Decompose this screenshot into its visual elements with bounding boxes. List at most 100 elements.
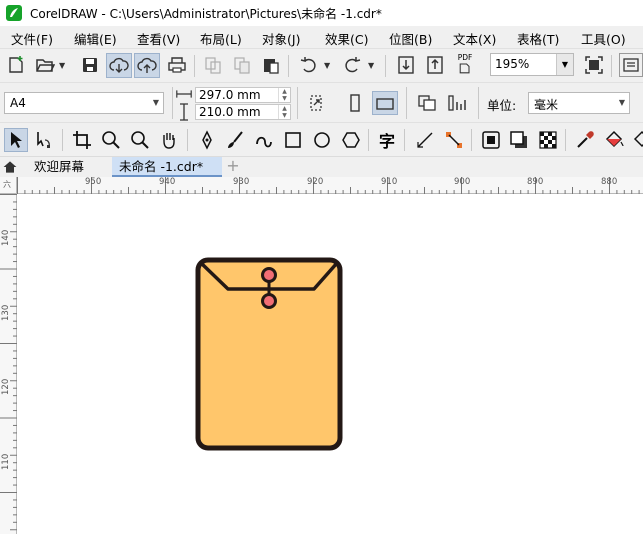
- toolbar-separator: [471, 129, 472, 151]
- page-height-icon: [175, 102, 193, 121]
- interactive-fill-icon[interactable]: [603, 129, 625, 151]
- copy-icon[interactable]: [231, 54, 253, 76]
- parallel-dimension-icon[interactable]: [414, 129, 436, 151]
- menu-text[interactable]: 文本(X): [453, 29, 496, 48]
- drop-shadow-icon[interactable]: [508, 129, 530, 151]
- drawing-layer: [195, 257, 343, 451]
- paste-icon[interactable]: [260, 54, 282, 76]
- page-width-icon: [175, 85, 193, 102]
- page-width-field[interactable]: 297.0 mm ▲ ▼: [195, 87, 291, 103]
- page-size-value: A4: [10, 96, 26, 110]
- contour-effect-icon[interactable]: [480, 129, 502, 151]
- menu-object[interactable]: 对象(J): [262, 29, 300, 48]
- zoom-out-icon[interactable]: [129, 129, 151, 151]
- publish-pdf-icon[interactable]: PDF: [454, 53, 476, 75]
- save-icon[interactable]: [79, 54, 101, 76]
- zoom-level-select[interactable]: 195% ▼: [490, 53, 574, 76]
- ruler-label: 920: [307, 177, 324, 187]
- pen-tool-icon[interactable]: [196, 129, 218, 151]
- tab-welcome-screen[interactable]: 欢迎屏幕: [20, 157, 112, 177]
- menu-tools[interactable]: 工具(O): [581, 29, 626, 48]
- crop-tool-icon[interactable]: [71, 129, 93, 151]
- open-dropdown-icon[interactable]: ▼: [59, 61, 65, 70]
- toolbar-separator: [406, 87, 407, 119]
- toolbox: 字: [0, 122, 643, 156]
- page-height-spinner-icon[interactable]: ▲ ▼: [278, 105, 290, 119]
- ellipse-tool-icon[interactable]: [311, 129, 333, 151]
- toolbar-separator: [187, 129, 188, 151]
- page-all-pages-icon[interactable]: [416, 92, 438, 114]
- smart-fill-icon[interactable]: [631, 129, 643, 151]
- page-height-field[interactable]: 210.0 mm ▲ ▼: [195, 104, 291, 120]
- standard-toolbar: ▼ ▼ ▼ PDF 195% ▼: [0, 48, 643, 82]
- new-document-icon[interactable]: [5, 54, 27, 76]
- eyedropper-tool-icon[interactable]: [574, 129, 596, 151]
- title-bar: CorelDRAW - C:\Users\Administrator\Pictu…: [0, 0, 643, 26]
- drawing-canvas[interactable]: [18, 195, 643, 534]
- all-pages-size-icon[interactable]: [305, 92, 327, 114]
- horizontal-ruler-ticks: [17, 177, 640, 194]
- ruler-label: 130: [1, 304, 11, 321]
- page-current-page-icon[interactable]: [446, 92, 468, 114]
- portrait-orientation-icon[interactable]: [344, 92, 366, 114]
- pan-tool-icon[interactable]: [158, 129, 180, 151]
- home-icon[interactable]: [0, 157, 20, 177]
- menu-file[interactable]: 文件(F): [11, 29, 53, 48]
- ruler-label: 140: [1, 229, 11, 246]
- export-icon[interactable]: [424, 54, 446, 76]
- menu-effects[interactable]: 效果(C): [325, 29, 368, 48]
- cloud-upload-icon[interactable]: [134, 53, 160, 78]
- toolbar-separator: [297, 87, 298, 119]
- zoom-dropdown-icon[interactable]: ▼: [556, 54, 573, 75]
- rectangle-tool-icon[interactable]: [282, 129, 304, 151]
- application-launcher-icon[interactable]: [619, 53, 643, 77]
- envelope-button-top[interactable]: [261, 267, 277, 283]
- transparency-tool-icon[interactable]: [537, 129, 559, 151]
- artistic-media-icon[interactable]: [224, 129, 246, 151]
- ruler-origin[interactable]: 六: [0, 177, 17, 194]
- import-icon[interactable]: [395, 54, 417, 76]
- menu-bar: 文件(F) 编辑(E) 查看(V) 布局(L) 对象(J) 效果(C) 位图(B…: [0, 26, 643, 48]
- menu-table[interactable]: 表格(T): [517, 29, 559, 48]
- ruler-label: 880: [601, 177, 618, 187]
- print-icon[interactable]: [166, 54, 188, 76]
- toolbar-separator: [478, 87, 479, 119]
- connector-tool-icon[interactable]: [443, 129, 465, 151]
- polygon-tool-icon[interactable]: [340, 129, 362, 151]
- vertical-ruler[interactable]: 140 130 120 110: [0, 194, 17, 534]
- page-width-spinner-icon[interactable]: ▲ ▼: [278, 88, 290, 102]
- envelope-button-bottom[interactable]: [261, 293, 277, 309]
- pdf-label: PDF: [457, 53, 473, 62]
- pick-tool-icon[interactable]: [4, 128, 28, 152]
- tab-document[interactable]: 未命名 -1.cdr*: [112, 157, 222, 177]
- menu-edit[interactable]: 编辑(E): [74, 29, 117, 48]
- property-bar: A4 ▼ 297.0 mm ▲ ▼ 210.0 mm ▲ ▼ 单位: 毫米 ▼: [0, 82, 643, 122]
- page-height-value: 210.0 mm: [199, 105, 261, 119]
- menu-bitmaps[interactable]: 位图(B): [389, 29, 432, 48]
- shape-tool-icon[interactable]: [33, 129, 55, 151]
- unit-label: 单位:: [487, 98, 517, 113]
- open-folder-icon[interactable]: [34, 54, 56, 76]
- unit-select[interactable]: 毫米 ▼: [528, 92, 630, 114]
- ruler-label: 110: [1, 453, 11, 470]
- text-tool-icon[interactable]: 字: [376, 129, 398, 151]
- ruler-label: 930: [233, 177, 250, 187]
- freehand-tool-icon[interactable]: [253, 129, 275, 151]
- zoom-tool-icon[interactable]: [100, 129, 122, 151]
- menu-layout[interactable]: 布局(L): [200, 29, 242, 48]
- unit-dropdown-icon: ▼: [618, 98, 625, 107]
- add-tab-icon[interactable]: +: [225, 157, 241, 177]
- redo-dropdown-icon[interactable]: ▼: [368, 61, 374, 70]
- toolbar-separator: [62, 129, 63, 151]
- cloud-download-icon[interactable]: [106, 53, 132, 78]
- undo-icon[interactable]: [298, 54, 320, 76]
- envelope-drawing[interactable]: [195, 257, 343, 451]
- landscape-orientation-icon[interactable]: [372, 91, 398, 115]
- menu-view[interactable]: 查看(V): [137, 29, 180, 48]
- undo-dropdown-icon[interactable]: ▼: [324, 61, 330, 70]
- horizontal-ruler[interactable]: 950 940 930 920 910 900 890 880: [17, 177, 643, 194]
- redo-icon[interactable]: [341, 54, 363, 76]
- cut-icon[interactable]: [202, 54, 224, 76]
- full-screen-preview-icon[interactable]: [583, 54, 605, 76]
- page-size-select[interactable]: A4 ▼: [4, 92, 164, 114]
